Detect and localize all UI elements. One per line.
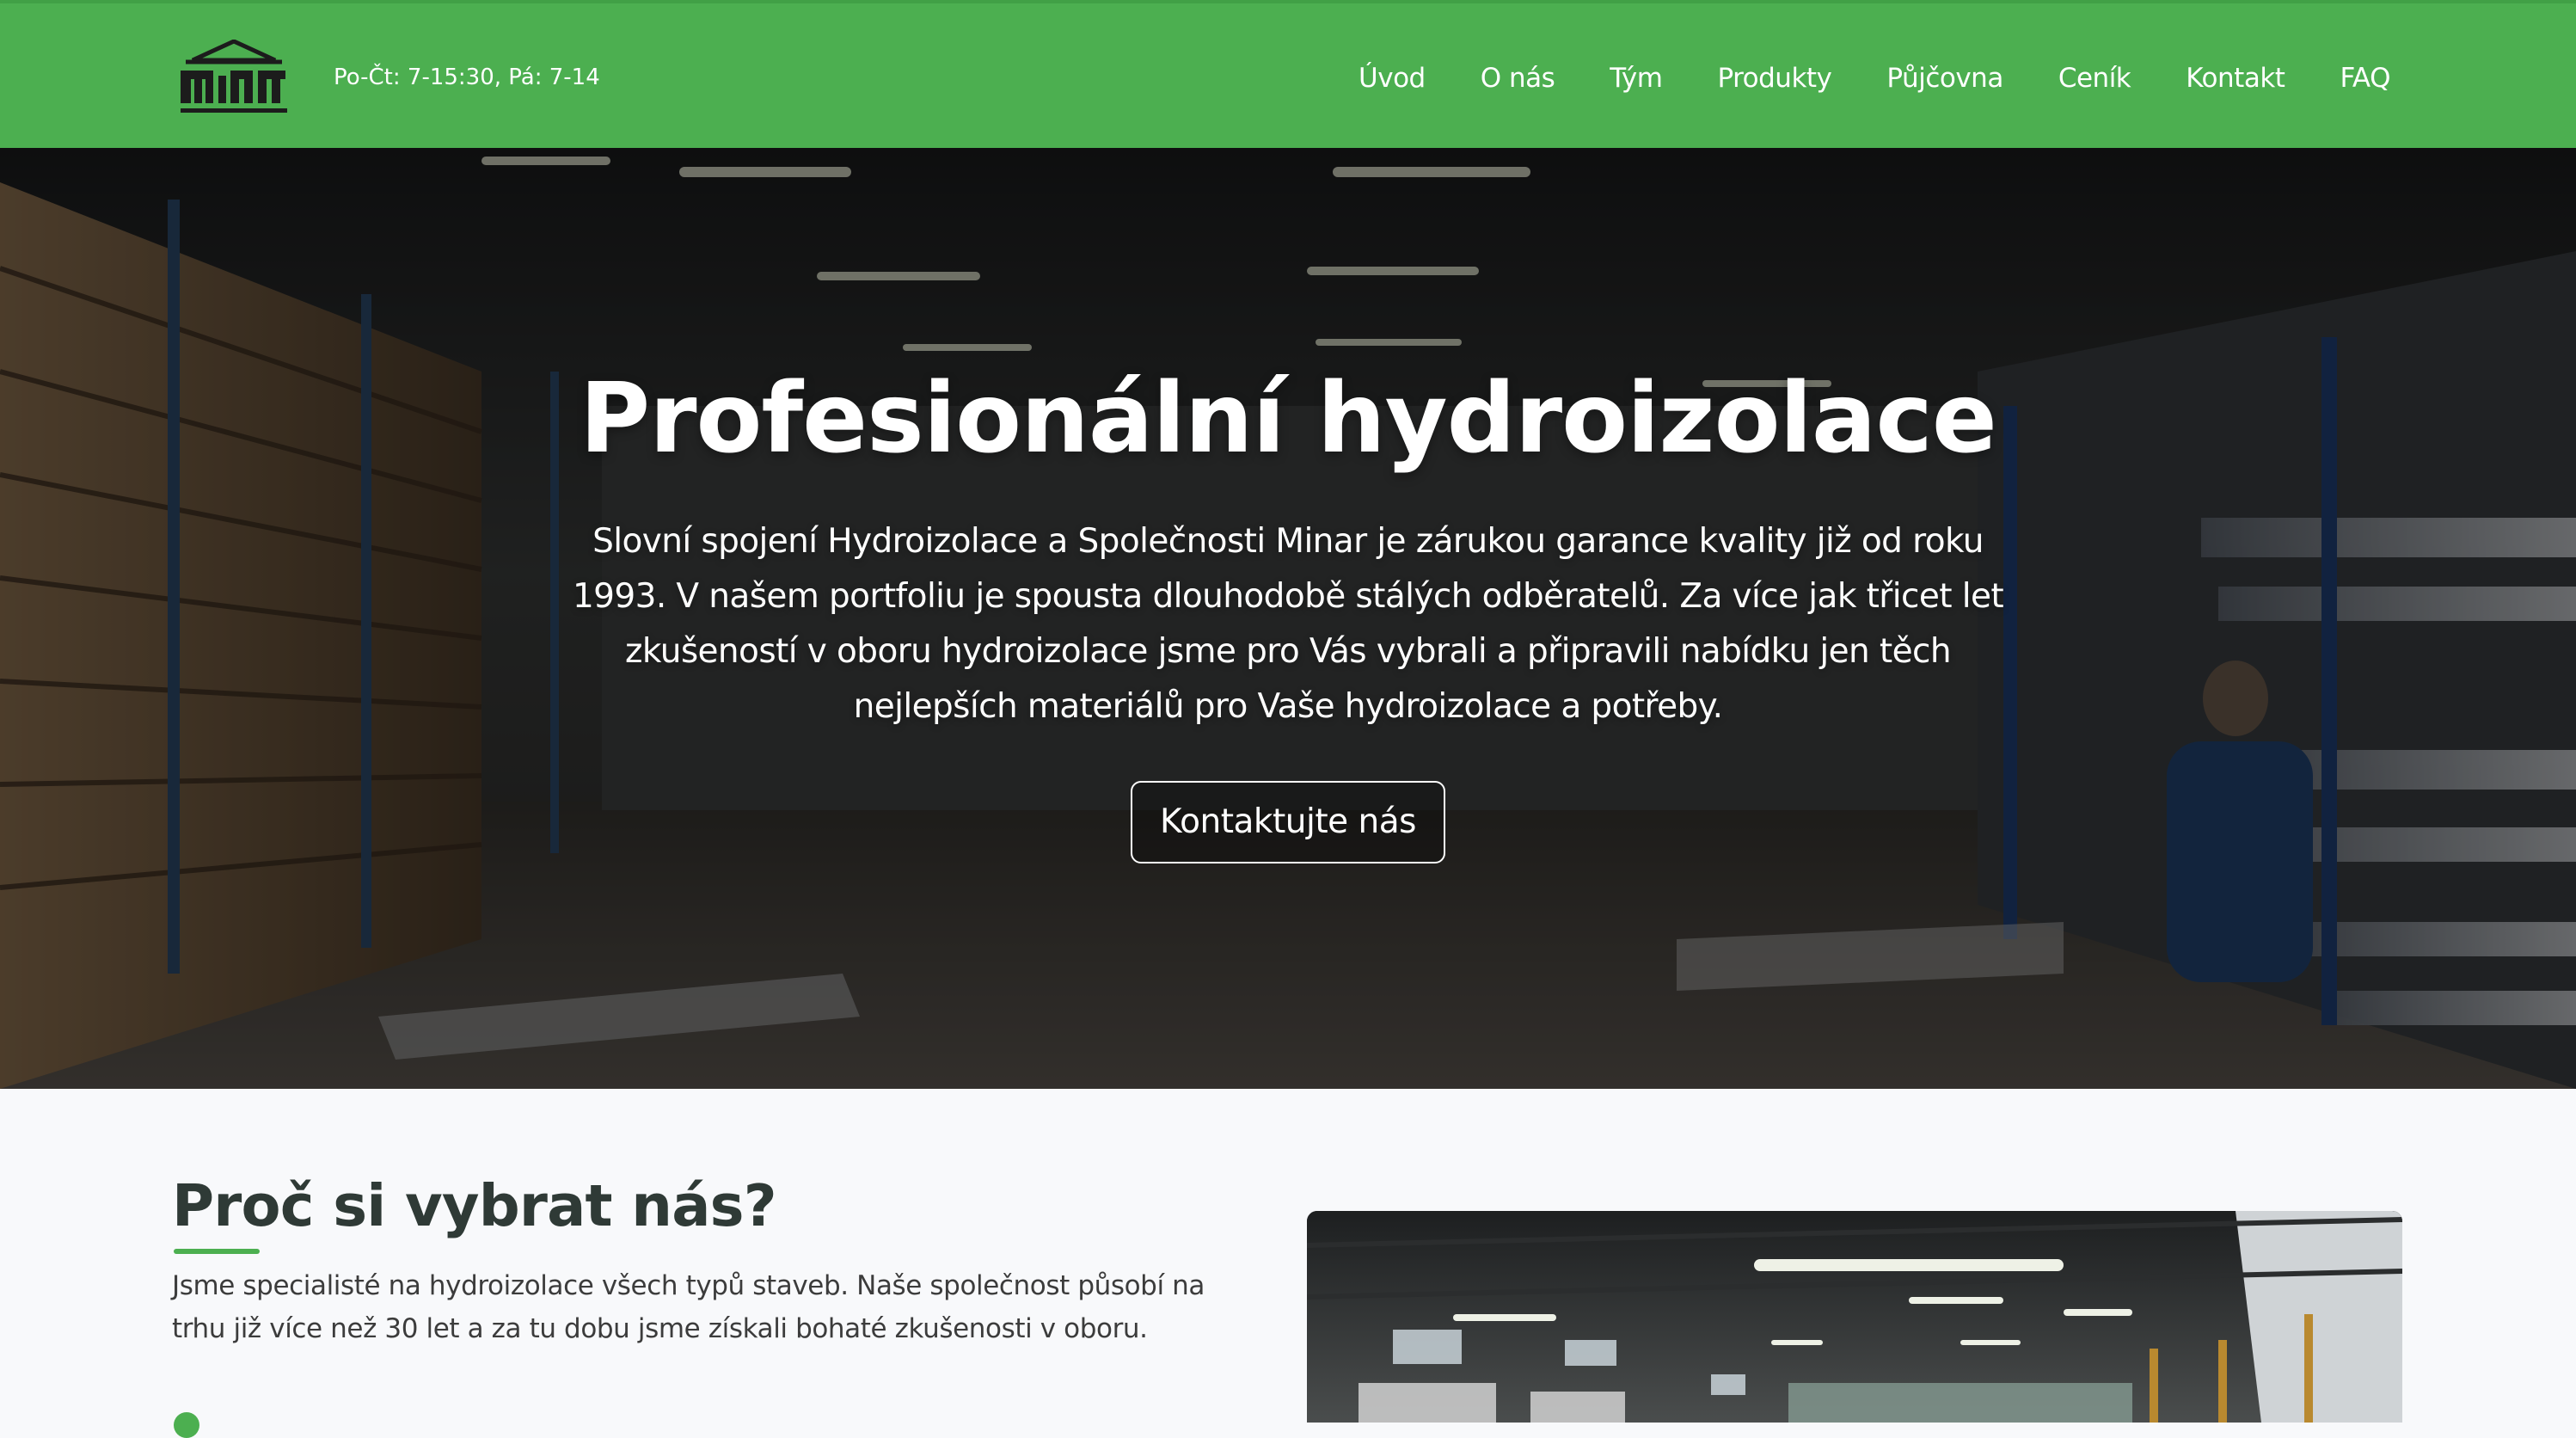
contact-us-button[interactable]: Kontaktujte nás <box>1131 781 1445 863</box>
nav-item-tym[interactable]: Tým <box>1582 57 1690 100</box>
check-icon <box>174 1412 199 1438</box>
opening-hours: Po-Čt: 7-15:30, Pá: 7-14 <box>334 65 600 90</box>
hero-description: Slovní spojení Hydroizolace a Společnost… <box>572 522 2004 726</box>
nav-item-faq[interactable]: FAQ <box>2312 57 2390 100</box>
warehouse-photo <box>1307 1211 2402 1423</box>
why-us-section: Proč si vybrat nás? Jsme specialisté na … <box>0 1089 2576 1438</box>
nav-item-cenik[interactable]: Ceník <box>2031 57 2158 100</box>
main-nav: Úvod O nás Tým Produkty Půjčovna Ceník K… <box>1331 57 2390 100</box>
nav-item-kontakt[interactable]: Kontakt <box>2158 57 2312 100</box>
nav-item-pujcovna[interactable]: Půjčovna <box>1859 57 2030 100</box>
title-underline <box>174 1249 260 1254</box>
nav-item-produkty[interactable]: Produkty <box>1690 57 1859 100</box>
site-header: Po-Čt: 7-15:30, Pá: 7-14 Úvod O nás Tým … <box>0 0 2576 148</box>
hero-content: Profesionální hydroizolace Slovní spojen… <box>0 363 2576 863</box>
why-us-description: Jsme specialisté na hydroizolace všech t… <box>172 1270 1205 1344</box>
why-us-title: Proč si vybrat nás? <box>172 1172 777 1239</box>
hero-title: Profesionální hydroizolace <box>580 363 1997 475</box>
hero-section: Profesionální hydroizolace Slovní spojen… <box>0 148 2576 1089</box>
nav-item-uvod[interactable]: Úvod <box>1331 57 1453 100</box>
minar-logo[interactable] <box>175 40 292 117</box>
nav-item-o-nas[interactable]: O nás <box>1453 57 1583 100</box>
